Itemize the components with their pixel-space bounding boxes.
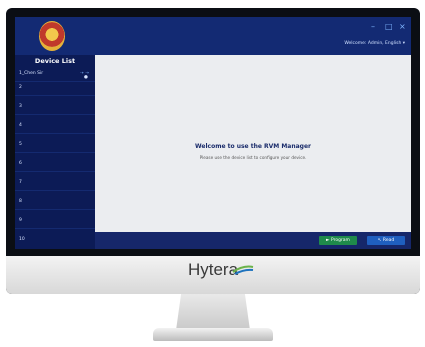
program-button[interactable]: ► Program xyxy=(319,236,357,245)
device-item-5[interactable]: 5 xyxy=(15,138,95,153)
device-item-6[interactable]: 6 xyxy=(15,157,95,172)
emblem-logo-icon xyxy=(39,21,65,51)
title-bar: – □ × Welcome: Admin, English ▾ xyxy=(15,17,411,55)
main-content: Welcome to use the RVM Manager Please us… xyxy=(95,55,411,232)
device-item-1[interactable]: 1_Chen Sir ● ⇢ ⇢ xyxy=(15,67,95,82)
minimize-button[interactable]: – xyxy=(371,23,375,31)
device-item-4[interactable]: 4 xyxy=(15,119,95,134)
device-item-label: 6 xyxy=(19,161,22,166)
welcome-title: Welcome to use the RVM Manager xyxy=(195,143,311,150)
device-item-label: 3 xyxy=(19,104,22,109)
brand-logo: Hytera xyxy=(187,260,239,279)
chevron-down-icon: ▾ xyxy=(402,41,405,46)
monitor-chin: Hytera xyxy=(6,256,420,294)
online-status-icon: ● xyxy=(84,75,88,80)
close-button[interactable]: × xyxy=(399,23,406,31)
monitor-base xyxy=(153,328,273,341)
device-list-title: Device List xyxy=(34,57,76,65)
device-item-label: 8 xyxy=(19,199,22,204)
device-item-7[interactable]: 7 xyxy=(15,176,95,191)
device-status-icons: ● ⇢ ⇢ xyxy=(80,71,89,80)
device-item-label: 4 xyxy=(19,123,22,128)
read-button[interactable]: ↖ Read xyxy=(367,236,405,245)
device-item-10[interactable]: 10 xyxy=(15,233,95,247)
hytera-swoosh-icon xyxy=(232,265,254,275)
device-item-label: 9 xyxy=(19,218,22,223)
device-item-8[interactable]: 8 xyxy=(15,195,95,210)
device-item-label: 7 xyxy=(19,180,22,185)
device-item-label: 5 xyxy=(19,142,22,147)
user-info[interactable]: Welcome: Admin, English ▾ xyxy=(344,41,405,46)
monitor-stand xyxy=(176,294,250,330)
user-info-text: Welcome: Admin, English xyxy=(344,41,402,46)
device-item-label: 1_Chen Sir xyxy=(19,71,44,76)
device-item-label: 10 xyxy=(19,237,25,242)
action-bar: ► Program ↖ Read xyxy=(95,232,411,249)
device-item-3[interactable]: 3 xyxy=(15,100,95,115)
app-window: – □ × Welcome: Admin, English ▾ Device L… xyxy=(15,17,411,249)
device-item-2[interactable]: 2 xyxy=(15,81,95,96)
restore-button[interactable]: □ xyxy=(385,23,393,31)
welcome-subtitle: Please use the device list to configure … xyxy=(199,155,307,160)
device-item-label: 2 xyxy=(19,85,22,90)
device-item-9[interactable]: 9 xyxy=(15,214,95,229)
device-list-panel: Device List 1_Chen Sir ● ⇢ ⇢ 2 3 4 5 6 7… xyxy=(15,55,95,249)
